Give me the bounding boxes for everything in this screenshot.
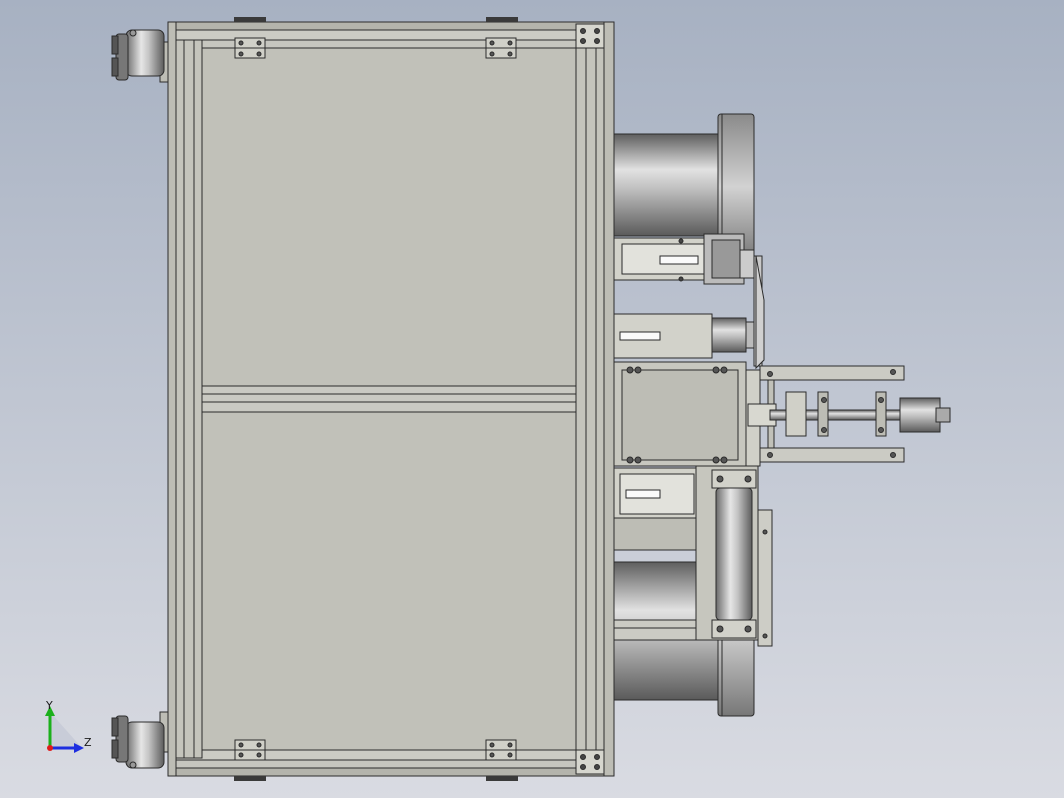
gearbox — [613, 361, 761, 467]
panel-upper — [201, 47, 577, 387]
main-frame — [167, 21, 615, 777]
lower-motor — [613, 467, 697, 551]
caster-top — [111, 29, 169, 83]
lower-ledge — [613, 619, 697, 641]
panel-lower — [201, 411, 577, 751]
cad-drawing: Y Z — [0, 0, 1064, 798]
right-post — [575, 39, 605, 759]
left-post — [175, 39, 203, 759]
middle-rail — [201, 385, 577, 413]
y-axis-label: Y — [45, 699, 53, 712]
left-plate — [167, 21, 177, 777]
upper-cylinder — [613, 233, 755, 285]
axis-origin — [47, 745, 53, 751]
z-axis-label: Z — [84, 736, 92, 749]
bottom-rail-2 — [175, 759, 605, 769]
cad-viewport[interactable]: Y Z — [0, 0, 1064, 798]
right-plate — [603, 21, 615, 777]
